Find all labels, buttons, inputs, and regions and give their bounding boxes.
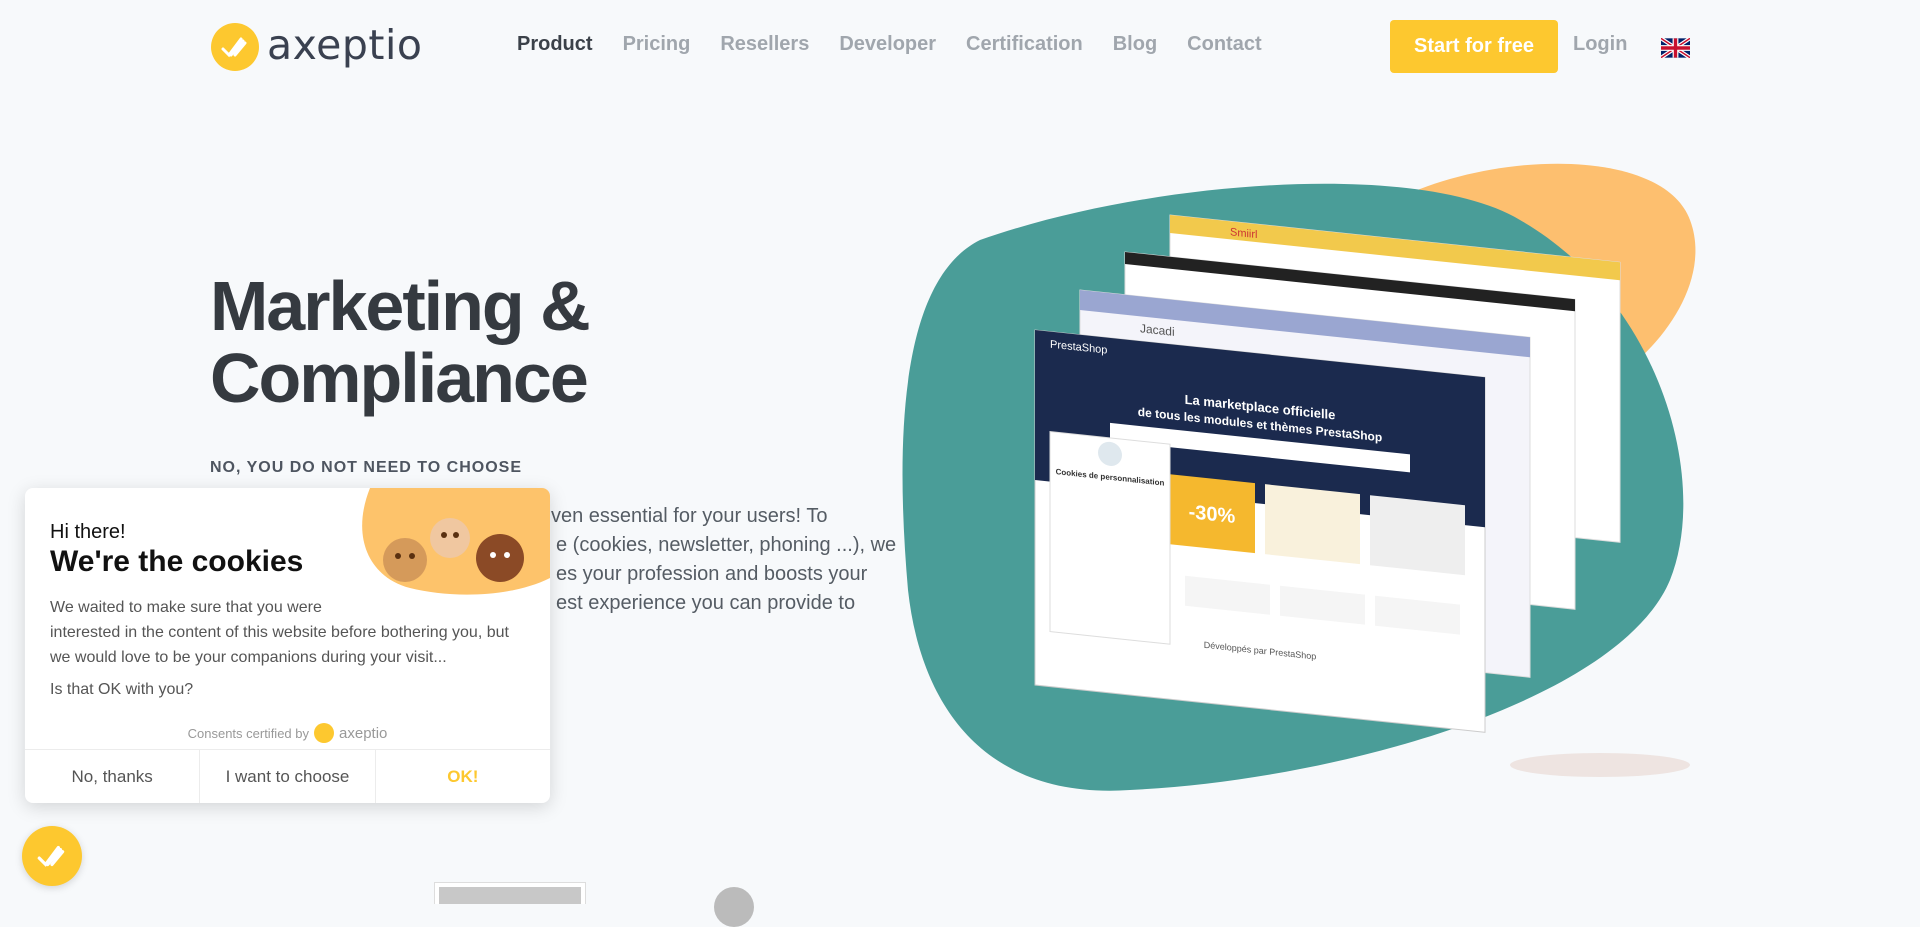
hero-subtitle: NO, YOU DO NOT NEED TO CHOOSE — [210, 459, 522, 476]
cookie-title: We're the cookies — [50, 545, 304, 578]
nav-blog[interactable]: Blog — [1113, 33, 1157, 56]
cookie-description: We waited to make sure that you were int… — [50, 595, 530, 670]
nav-contact[interactable]: Contact — [1187, 33, 1261, 56]
nav-resellers[interactable]: Resellers — [720, 33, 809, 56]
uk-flag-icon[interactable] — [1661, 38, 1690, 58]
chair-shadow — [1510, 753, 1690, 777]
start-for-free-button[interactable]: Start for free — [1390, 20, 1558, 73]
cookie-consent-banner: Hi there! We're the cookies We waited to… — [25, 488, 550, 803]
accept-cookies-button[interactable]: OK! — [376, 750, 550, 803]
cookie-settings-fab[interactable] — [22, 826, 82, 886]
main-nav: Product Pricing Resellers Developer Cert… — [517, 33, 1262, 56]
cookie-greeting: Hi there! — [50, 521, 126, 543]
consents-certified: Consents certified by axeptio — [25, 723, 550, 743]
cookie-character-3 — [476, 534, 524, 582]
partner-logo-1 — [434, 882, 586, 904]
choose-cookies-button[interactable]: I want to choose — [200, 750, 376, 803]
cookie-description-rest: interested in the content of this websit… — [50, 624, 509, 666]
nav-pricing[interactable]: Pricing — [623, 33, 691, 56]
cookie-character-1 — [383, 538, 427, 582]
certified-by-label: Consents certified by — [187, 725, 310, 741]
axeptio-mini-logo-icon — [314, 723, 335, 743]
partner-logo-2 — [714, 887, 754, 927]
nav-product[interactable]: Product — [517, 33, 593, 56]
cookie-characters-illustration — [362, 488, 550, 595]
hero-title: Marketing & Compliance — [210, 270, 730, 414]
cookie-description-line1: We waited to make sure that you were — [50, 599, 322, 616]
hero-title-line2: Compliance — [210, 339, 589, 417]
nav-developer[interactable]: Developer — [839, 33, 936, 56]
hero-illustration: Smiirl Jacadi PrestaShop La marketplace … — [902, 163, 1696, 791]
axeptio-check-icon — [37, 845, 65, 867]
brand-name: axeptio — [267, 21, 423, 69]
certified-brand: axeptio — [339, 724, 388, 742]
hero-title-line1: Marketing & — [210, 267, 591, 345]
cookie-buttons: No, thanks I want to choose OK! — [25, 749, 550, 803]
axeptio-logo[interactable]: axeptio — [211, 21, 423, 71]
login-link[interactable]: Login — [1573, 33, 1627, 56]
axeptio-logo-icon — [211, 23, 259, 71]
screen-1: PrestaShop La marketplace officielle de … — [1034, 329, 1486, 733]
nav-certification[interactable]: Certification — [966, 33, 1083, 56]
cookie-character-2 — [430, 518, 470, 558]
reject-cookies-button[interactable]: No, thanks — [25, 750, 201, 803]
cookie-question: Is that OK with you? — [50, 681, 194, 698]
